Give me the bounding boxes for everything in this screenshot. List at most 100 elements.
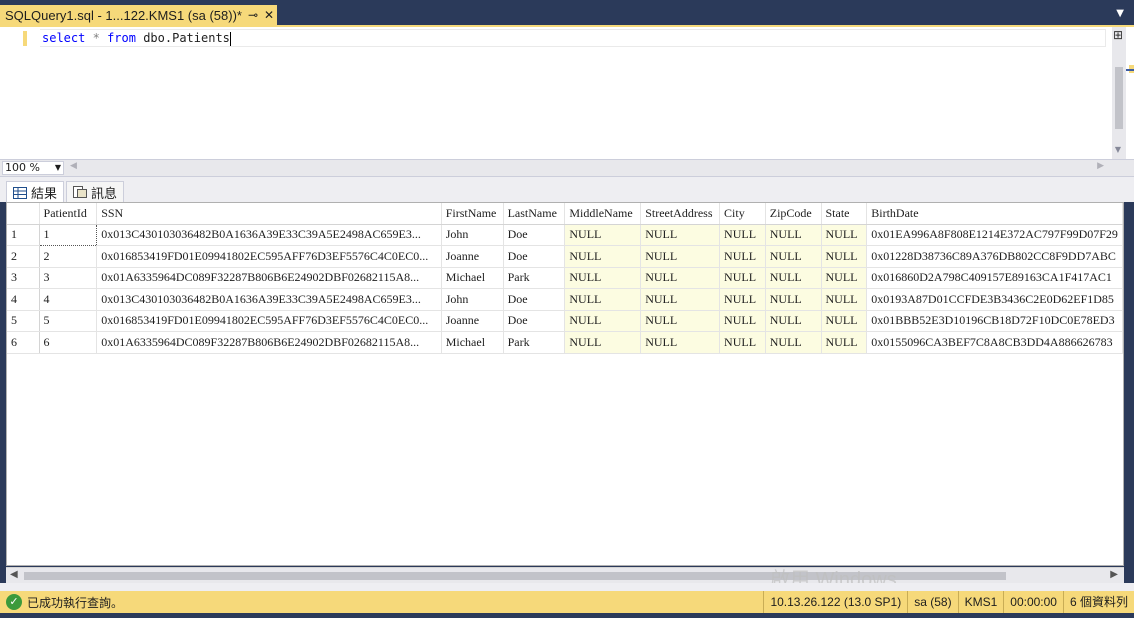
grid-cell[interactable]: NULL [564, 288, 642, 311]
grid-cell[interactable]: NULL [821, 288, 868, 311]
column-header[interactable]: LastName [503, 203, 566, 225]
grid-cell[interactable]: NULL [765, 245, 822, 268]
grid-cell[interactable]: NULL [719, 245, 766, 268]
table-row[interactable]: 6 6 0x01A6335964DC089F32287B806B6E24902DBF… [7, 331, 1123, 354]
query-line[interactable]: select * from dbo.Patients [40, 29, 1106, 47]
chevron-down-icon[interactable]: ▼ [1116, 8, 1124, 19]
grid-cell[interactable]: 2 [39, 245, 98, 268]
grid-cell[interactable]: NULL [564, 224, 642, 246]
grid-cell[interactable]: 5 [39, 310, 98, 332]
grid-cell[interactable]: NULL [640, 310, 721, 332]
grid-cell[interactable]: 0x0155096CA3BEF7C8A8CB3DD4A886626783 [866, 331, 1123, 354]
table-row[interactable]: 1 1 0x013C430103036482B0A1636A39E33C39A5E2… [7, 223, 1123, 246]
zoom-select[interactable]: 100 % ▼ [2, 161, 64, 175]
grid-cell[interactable]: NULL [640, 224, 721, 246]
table-row[interactable]: 5 5 0x016853419FD01E09941802EC595AFF76D3EF… [7, 310, 1123, 332]
row-number[interactable]: 6 [7, 331, 40, 354]
grid-cell[interactable]: Doe [503, 288, 566, 311]
grid-cell[interactable]: 3 [39, 267, 98, 289]
table-row[interactable]: 3 3 0x01A6335964DC089F32287B806B6E24902DBF… [7, 267, 1123, 289]
scroll-down-icon[interactable]: ▼ [1113, 145, 1123, 154]
grid-cell[interactable]: NULL [821, 267, 868, 289]
row-number[interactable]: 1 [7, 224, 40, 246]
grid-cell[interactable]: NULL [564, 310, 642, 332]
grid-cell[interactable]: Joanne [441, 310, 504, 332]
grid-cell[interactable]: NULL [821, 310, 868, 332]
grid-cell[interactable]: 0x013C430103036482B0A1636A39E33C39A5E249… [96, 288, 442, 311]
grid-cell[interactable]: 1 [38, 223, 98, 246]
grid-cell[interactable]: 0x01A6335964DC089F32287B806B6E24902DBF02… [96, 267, 442, 289]
grid-cell[interactable]: NULL [564, 331, 642, 354]
table-row[interactable]: 4 4 0x013C430103036482B0A1636A39E33C39A5E2… [7, 288, 1123, 311]
grid-cell[interactable]: NULL [640, 331, 721, 354]
scroll-left-icon[interactable]: ◀ [70, 161, 77, 171]
column-header[interactable]: SSN [96, 203, 442, 225]
grid-cell[interactable]: 0x01228D38736C89A376DB802CC8F9DD7ABC [866, 245, 1123, 268]
grid-cell[interactable]: NULL [765, 288, 822, 311]
grid-cell[interactable]: 0x0193A87D01CCFDE3B3436C2E0D62EF1D85 [866, 288, 1123, 311]
grid-cell[interactable]: John [441, 288, 504, 311]
row-number[interactable]: 5 [7, 310, 40, 332]
grid-cell[interactable]: 6 [39, 331, 98, 354]
close-icon[interactable]: ✕ [261, 8, 277, 22]
column-header[interactable]: StreetAddress [640, 203, 721, 225]
grid-cell[interactable]: NULL [640, 267, 721, 289]
grid-cell[interactable]: NULL [821, 245, 868, 268]
pin-icon[interactable]: ⊸ [245, 8, 261, 22]
tab-results[interactable]: 結果 [6, 181, 65, 203]
grid-cell[interactable]: NULL [719, 267, 766, 289]
grid-cell[interactable]: John [441, 224, 504, 246]
grid-scroll-thumb[interactable] [24, 572, 1006, 580]
grid-cell[interactable]: NULL [765, 224, 822, 246]
document-tab[interactable]: SQLQuery1.sql - 1...122.KMS1 (sa (58))* … [0, 5, 277, 25]
grid-cell[interactable]: NULL [719, 224, 766, 246]
grid-cell[interactable]: 0x013C430103036482B0A1636A39E33C39A5E249… [96, 224, 442, 246]
grid-cell[interactable]: NULL [564, 245, 642, 268]
grid-cell[interactable]: NULL [719, 310, 766, 332]
query-editor[interactable]: select * from dbo.Patients ⊞ ▼ [0, 25, 1134, 161]
grid-cell[interactable]: Doe [503, 310, 566, 332]
grid-cell[interactable]: Park [503, 331, 566, 354]
grid-cell[interactable]: NULL [564, 267, 642, 289]
grid-cell[interactable]: Doe [503, 224, 566, 246]
table-row[interactable]: 2 2 0x016853419FD01E09941802EC595AFF76D3EF… [7, 245, 1123, 268]
grid-horizontal-scrollbar[interactable]: ◀ ▶ [6, 567, 1124, 583]
column-header[interactable]: MiddleName [564, 203, 642, 225]
split-icon[interactable]: ⊞ [1112, 29, 1124, 43]
grid-cell[interactable]: 4 [39, 288, 98, 311]
tab-messages[interactable]: 訊息 [66, 181, 125, 202]
grid-cell[interactable]: 0x016853419FD01E09941802EC595AFF76D3EF55… [96, 310, 442, 332]
grid-cell[interactable]: NULL [640, 288, 721, 311]
scroll-left-icon[interactable]: ◀ [10, 569, 18, 580]
grid-cell[interactable]: Joanne [441, 245, 504, 268]
column-header[interactable]: FirstName [441, 203, 504, 225]
corner-header[interactable] [7, 203, 40, 225]
grid-cell[interactable]: 0x016860D2A798C409157E89163CA1F417AC1 [866, 267, 1123, 289]
grid-cell[interactable]: NULL [765, 331, 822, 354]
grid-cell[interactable]: NULL [640, 245, 721, 268]
column-header[interactable]: ZipCode [765, 203, 822, 225]
scroll-right-icon[interactable]: ▶ [1097, 161, 1104, 171]
grid-cell[interactable]: NULL [821, 224, 868, 246]
scroll-right-icon[interactable]: ▶ [1110, 569, 1118, 580]
grid-cell[interactable]: Michael [441, 331, 504, 354]
column-header[interactable]: City [719, 203, 766, 225]
grid-cell[interactable]: Park [503, 267, 566, 289]
grid-cell[interactable]: Doe [503, 245, 566, 268]
results-grid[interactable]: PatientId SSN FirstName LastName MiddleN… [6, 202, 1124, 566]
grid-cell[interactable]: NULL [765, 310, 822, 332]
grid-cell[interactable]: NULL [719, 331, 766, 354]
grid-cell[interactable]: NULL [719, 288, 766, 311]
row-number[interactable]: 3 [7, 267, 40, 289]
grid-cell[interactable]: NULL [765, 267, 822, 289]
row-number[interactable]: 2 [7, 245, 40, 268]
column-header[interactable]: State [821, 203, 868, 225]
grid-cell[interactable]: NULL [821, 331, 868, 354]
grid-cell[interactable]: Michael [441, 267, 504, 289]
column-header[interactable]: BirthDate [866, 203, 1123, 225]
grid-cell[interactable]: 0x01A6335964DC089F32287B806B6E24902DBF02… [96, 331, 442, 354]
grid-cell[interactable]: 0x016853419FD01E09941802EC595AFF76D3EF55… [96, 245, 442, 268]
editor-scroll-thumb[interactable] [1115, 67, 1123, 129]
grid-cell[interactable]: 0x01EA996A8F808E1214E372AC797F99D07F29 [866, 224, 1123, 246]
row-number[interactable]: 4 [7, 288, 40, 311]
